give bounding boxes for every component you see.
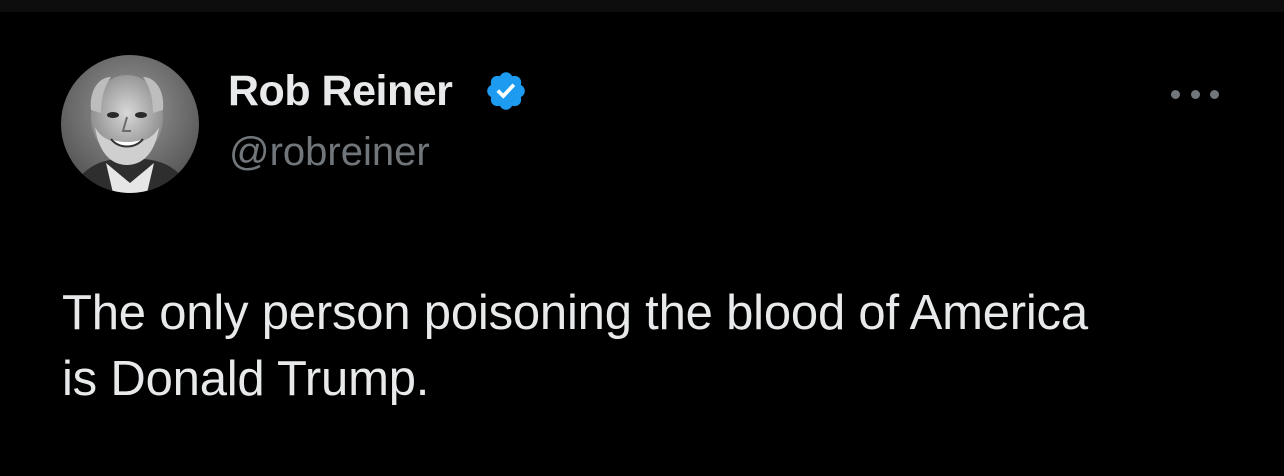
more-options-icon[interactable] xyxy=(1171,84,1219,104)
more-dot xyxy=(1171,89,1180,99)
tweet-card[interactable]: Rob Reiner @robreiner The only person po… xyxy=(0,12,1284,476)
more-dot xyxy=(1190,89,1200,99)
top-strip xyxy=(0,0,1284,12)
tweet-text-line: The only person poisoning the blood of A… xyxy=(62,286,1088,340)
avatar[interactable] xyxy=(61,55,199,193)
verified-badge-icon xyxy=(487,72,525,110)
display-name[interactable]: Rob Reiner xyxy=(228,70,453,113)
tweet-text-line: is Donald Trump. xyxy=(62,352,430,406)
tweet-text: The only person poisoning the blood of A… xyxy=(62,280,1242,412)
avatar-photo-icon xyxy=(61,55,199,193)
user-handle[interactable]: @robreiner xyxy=(229,132,430,172)
more-dot xyxy=(1210,89,1219,99)
